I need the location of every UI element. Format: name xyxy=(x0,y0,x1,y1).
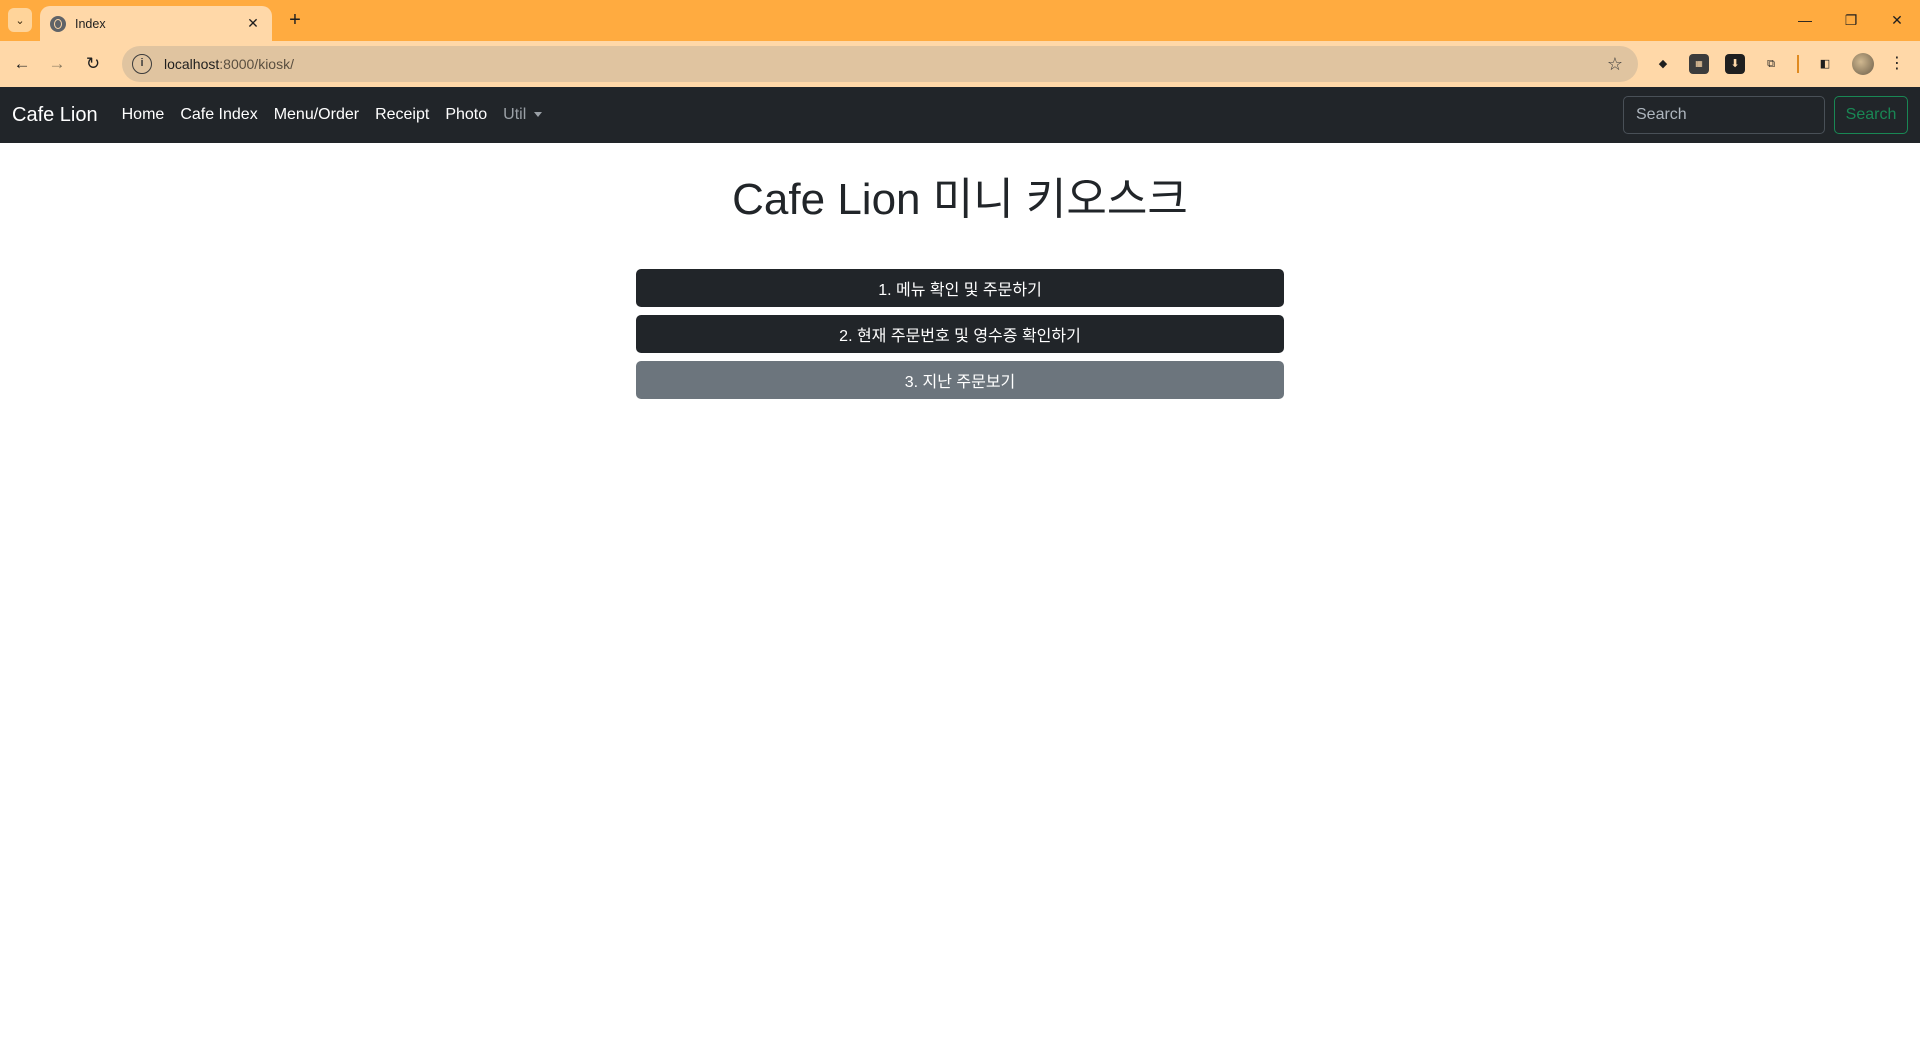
url-text[interactable]: localhost:8000/kiosk/ xyxy=(164,56,1600,72)
extension-download-icon[interactable]: ⬇ xyxy=(1725,54,1745,74)
nav-link-photo[interactable]: Photo xyxy=(445,106,487,124)
back-arrow-icon[interactable]: ← xyxy=(9,51,35,77)
nav-dropdown-util[interactable]: Util xyxy=(503,106,543,124)
menu-order-button[interactable]: 1. 메뉴 확인 및 주문하기 xyxy=(636,269,1284,307)
kebab-menu-icon[interactable]: ⋮ xyxy=(1887,54,1907,74)
restore-button[interactable]: ❐ xyxy=(1836,8,1866,32)
caret-down-icon xyxy=(534,112,543,118)
bookmark-star-icon[interactable]: ☆ xyxy=(1600,54,1630,75)
new-tab-button[interactable]: + xyxy=(283,9,307,33)
browser-tabstrip: ⌄ Index ✕ + — ❐ ✕ xyxy=(0,0,1920,41)
url-host: localhost xyxy=(164,56,220,72)
nav-link-cafe-index[interactable]: Cafe Index xyxy=(180,106,257,124)
address-bar[interactable]: i localhost:8000/kiosk/ ☆ xyxy=(122,46,1638,82)
forward-arrow-icon[interactable]: → xyxy=(44,51,70,77)
search-input[interactable] xyxy=(1623,96,1825,134)
past-orders-button[interactable]: 3. 지난 주문보기 xyxy=(636,361,1284,399)
navbar-brand[interactable]: Cafe Lion xyxy=(12,104,98,127)
page-title: Cafe Lion 미니 키오스크 xyxy=(732,175,1188,224)
tab-title: Index xyxy=(75,16,106,31)
extension-fox-icon[interactable]: ◆ xyxy=(1653,54,1673,74)
util-label: Util xyxy=(503,106,527,123)
current-receipt-button[interactable]: 2. 현재 주문번호 및 영수증 확인하기 xyxy=(636,315,1284,353)
browser-tab-index[interactable]: Index ✕ xyxy=(40,6,272,41)
search-button[interactable]: Search xyxy=(1834,96,1908,134)
tab-search-chevron-icon[interactable]: ⌄ xyxy=(8,8,32,32)
url-path: :8000/kiosk/ xyxy=(219,56,294,72)
profile-avatar[interactable] xyxy=(1852,53,1874,75)
minimize-button[interactable]: — xyxy=(1790,8,1820,32)
app-navbar: Cafe Lion Home Cafe Index Menu/Order Rec… xyxy=(0,87,1920,143)
nav-link-home[interactable]: Home xyxy=(122,106,165,124)
side-panel-icon[interactable]: ◧ xyxy=(1815,54,1835,74)
site-info-icon[interactable]: i xyxy=(132,54,152,74)
toolbar-divider xyxy=(1797,55,1799,73)
extension-new-icon[interactable]: ▦ xyxy=(1689,54,1709,74)
nav-links: Home Cafe Index Menu/Order Receipt Photo… xyxy=(122,106,559,124)
browser-toolbar: ← → ↻ i localhost:8000/kiosk/ ☆ ◆ ▦ ⬇ ⧉ … xyxy=(0,41,1920,87)
nav-link-receipt[interactable]: Receipt xyxy=(375,106,429,124)
tab-close-icon[interactable]: ✕ xyxy=(244,15,262,32)
nav-link-menu-order[interactable]: Menu/Order xyxy=(274,106,359,124)
close-window-button[interactable]: ✕ xyxy=(1882,8,1912,32)
globe-icon xyxy=(50,15,66,32)
reload-icon[interactable]: ↻ xyxy=(80,51,106,77)
extensions-puzzle-icon[interactable]: ⧉ xyxy=(1761,54,1781,74)
